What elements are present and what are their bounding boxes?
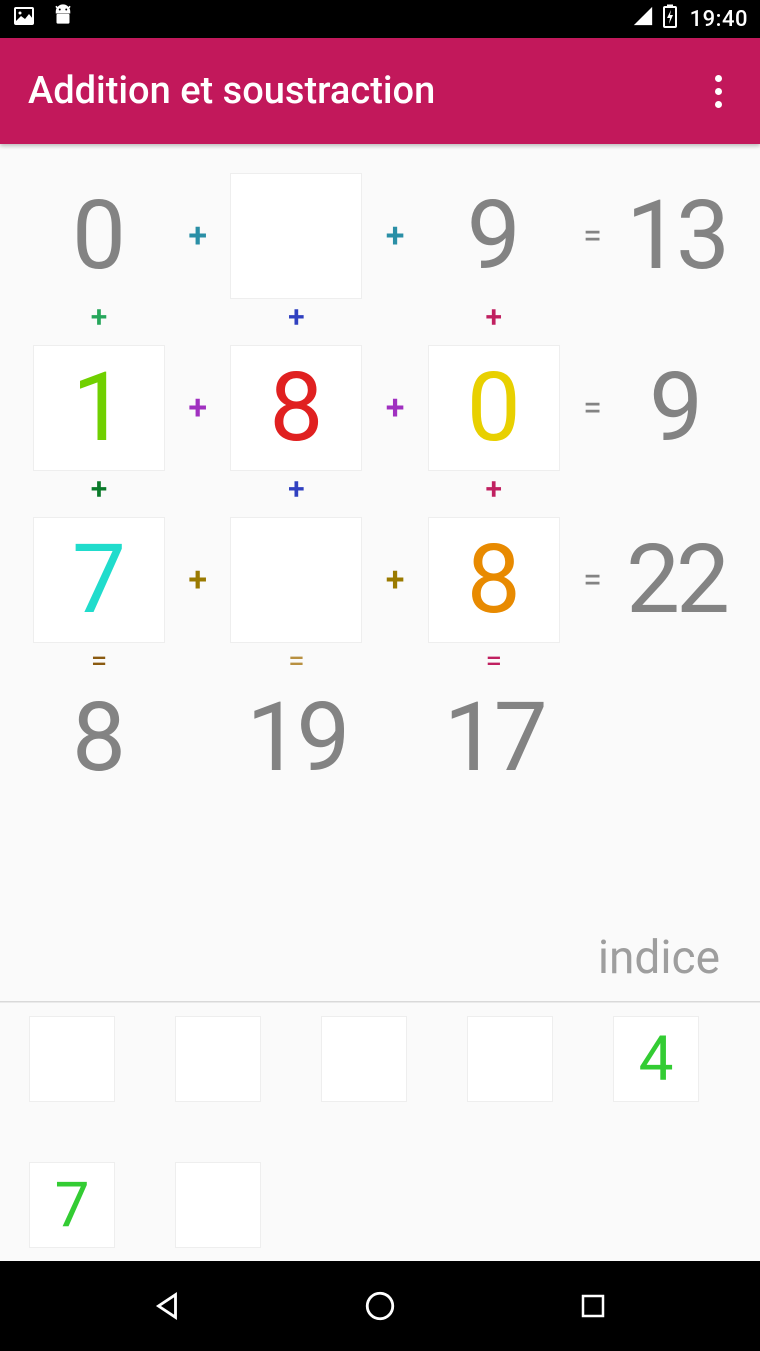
recents-button[interactable] [563, 1276, 623, 1336]
back-button[interactable] [137, 1276, 197, 1336]
cell-r2-b-slot[interactable]: 8 [231, 346, 361, 470]
tile-2[interactable] [176, 1017, 260, 1101]
status-right: 19:40 [632, 4, 748, 34]
op-r2-2: + [386, 391, 405, 425]
tile-6[interactable]: 7 [30, 1163, 114, 1247]
cell-r3-b-slot[interactable] [231, 518, 361, 642]
eq-r2: = [583, 388, 602, 428]
app-bar: Addition et soustraction [0, 38, 760, 144]
vop-2-a: + [91, 472, 108, 516]
cell-r3-a: 7 [72, 532, 126, 628]
status-left [12, 3, 76, 35]
op-r1-2: + [386, 219, 405, 253]
game-area: 0 + + 9 = 13 + + + 1 + 8 + 0 [0, 144, 760, 927]
hint-row: indice [0, 927, 760, 1001]
result-r2: 9 [649, 360, 703, 456]
picture-icon [12, 4, 36, 34]
op-r2-1: + [188, 391, 207, 425]
answer-tiles: 4 7 [0, 1003, 760, 1261]
result-r1: 13 [626, 188, 726, 284]
cell-r1-a: 0 [72, 188, 126, 284]
cell-r3-c-slot[interactable]: 8 [429, 518, 559, 642]
signal-icon [632, 5, 654, 33]
colresult-c: 17 [444, 690, 544, 786]
cell-r2-c-slot[interactable]: 0 [429, 346, 559, 470]
tile-7[interactable] [176, 1163, 260, 1247]
android-icon [50, 3, 76, 35]
op-r3-2: + [386, 563, 405, 597]
cell-r2-a-slot[interactable]: 1 [34, 346, 164, 470]
status-time: 19:40 [690, 7, 748, 32]
equation-grid: 0 + + 9 = 13 + + + 1 + 8 + 0 [34, 174, 726, 786]
tile-5[interactable]: 4 [614, 1017, 698, 1101]
main-content: 0 + + 9 = 13 + + + 1 + 8 + 0 [0, 144, 760, 1261]
op-r1-1: + [188, 219, 207, 253]
cell-r2-a: 1 [72, 360, 126, 456]
hint-button[interactable]: indice [598, 931, 720, 985]
colresult-b: 19 [246, 690, 346, 786]
op-r3-1: + [188, 563, 207, 597]
eq-r1: = [583, 216, 602, 256]
cell-r2-b: 8 [269, 360, 323, 456]
result-r3: 22 [626, 532, 726, 628]
tile-1[interactable] [30, 1017, 114, 1101]
vop-2-b: + [288, 472, 305, 516]
vop-2-c: + [485, 472, 502, 516]
vop-1-a: + [91, 300, 108, 344]
eq-r3: = [583, 560, 602, 600]
vop-1-b: + [288, 300, 305, 344]
vop-1-c: + [485, 300, 502, 344]
colresult-a: 8 [72, 690, 126, 786]
tile-3[interactable] [322, 1017, 406, 1101]
tile-4[interactable] [468, 1017, 552, 1101]
overflow-menu-icon[interactable] [705, 65, 732, 118]
cell-r3-a-slot[interactable]: 7 [34, 518, 164, 642]
cell-r3-c: 8 [467, 532, 521, 628]
status-bar: 19:40 [0, 0, 760, 38]
cell-r2-c: 0 [467, 360, 521, 456]
cell-r1-c: 9 [467, 188, 521, 284]
home-button[interactable] [350, 1276, 410, 1336]
app-title: Addition et soustraction [28, 69, 435, 113]
phone-frame: 19:40 Addition et soustraction 0 + + 9 =… [0, 0, 760, 1351]
nav-bar [0, 1261, 760, 1351]
battery-charging-icon [662, 4, 678, 34]
cell-r1-b-slot[interactable] [231, 174, 361, 298]
